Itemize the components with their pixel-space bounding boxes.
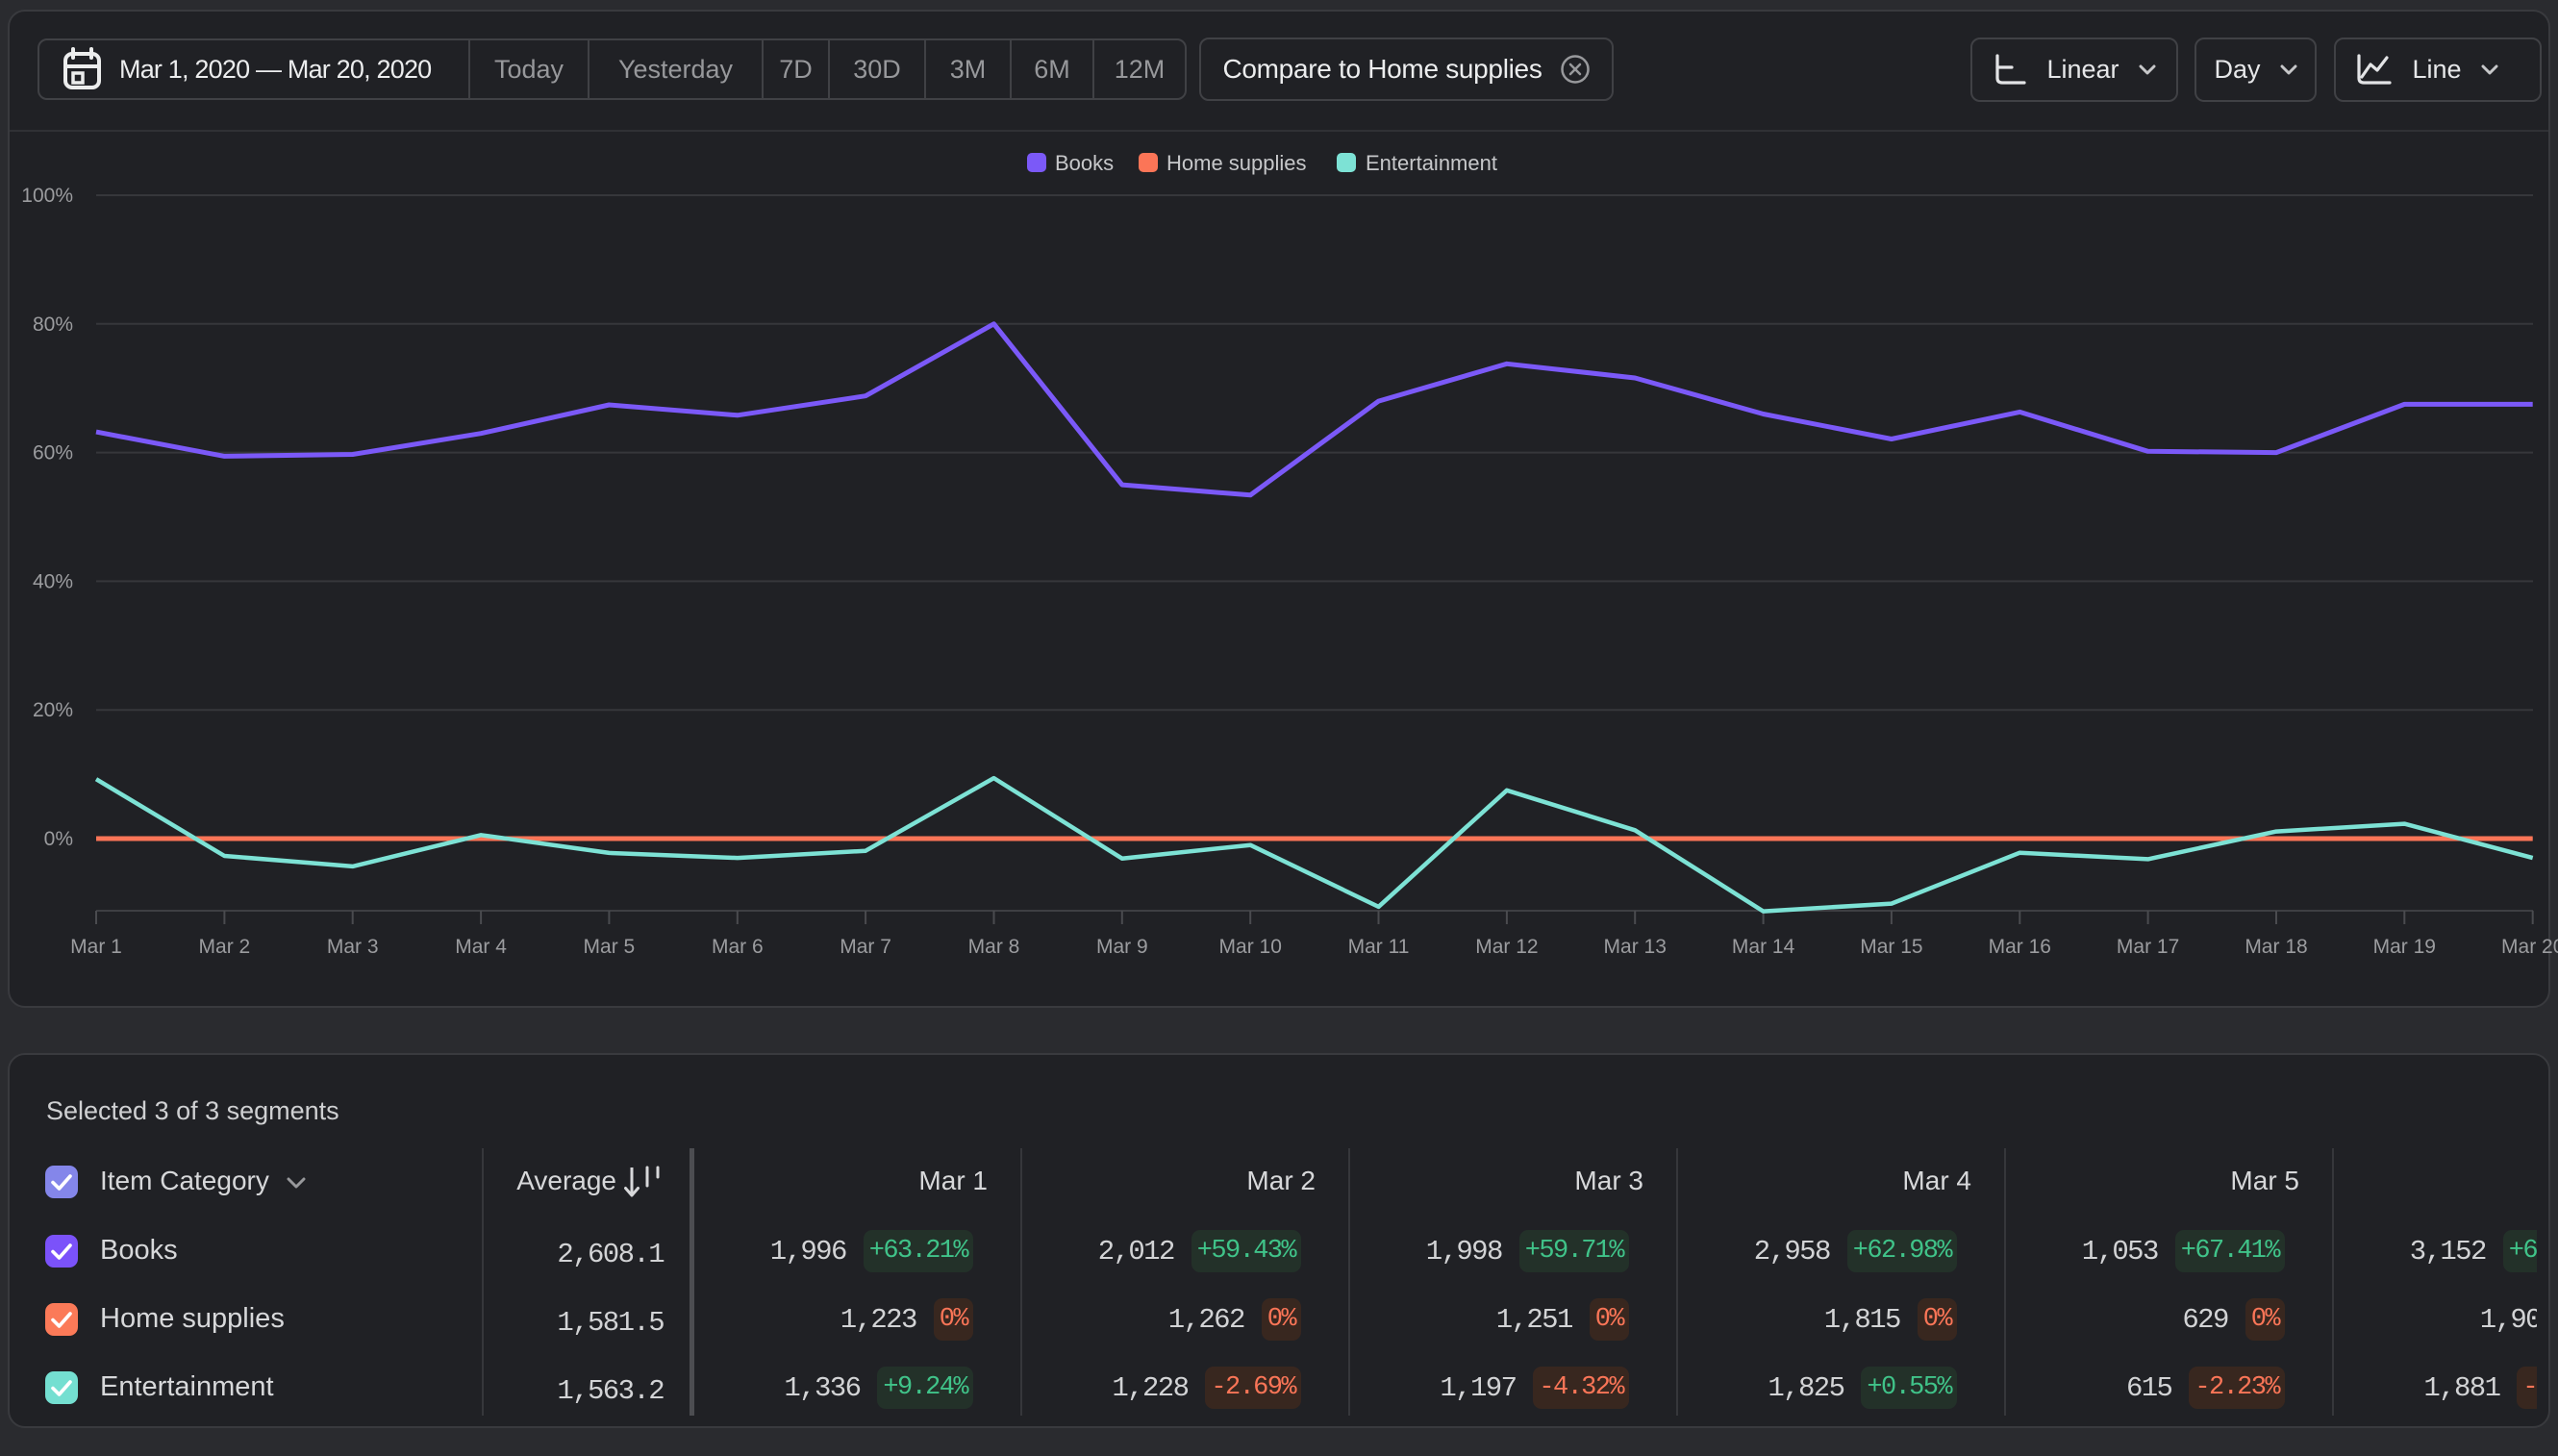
svg-text:Mar 18: Mar 18 <box>2245 936 2307 958</box>
svg-text:Mar 7: Mar 7 <box>840 936 891 958</box>
svg-text:Mar 6: Mar 6 <box>712 936 764 958</box>
svg-text:Mar 5: Mar 5 <box>584 936 636 958</box>
svg-text:Mar 10: Mar 10 <box>1219 936 1282 958</box>
svg-text:Mar 20: Mar 20 <box>2501 936 2558 958</box>
svg-text:100%: 100% <box>21 185 73 207</box>
svg-text:Mar 15: Mar 15 <box>1860 936 1922 958</box>
svg-text:Mar 17: Mar 17 <box>2117 936 2179 958</box>
svg-text:40%: 40% <box>33 570 73 592</box>
svg-text:Mar 9: Mar 9 <box>1096 936 1148 958</box>
svg-text:Mar 14: Mar 14 <box>1732 936 1795 958</box>
svg-text:Mar 12: Mar 12 <box>1475 936 1538 958</box>
svg-text:Mar 3: Mar 3 <box>327 936 379 958</box>
svg-text:Mar 19: Mar 19 <box>2373 936 2436 958</box>
svg-text:Mar 8: Mar 8 <box>968 936 1020 958</box>
svg-text:0%: 0% <box>44 828 73 850</box>
svg-text:80%: 80% <box>33 314 73 336</box>
svg-text:20%: 20% <box>33 699 73 721</box>
svg-text:Mar 4: Mar 4 <box>455 936 507 958</box>
svg-text:Mar 2: Mar 2 <box>199 936 251 958</box>
svg-text:Mar 16: Mar 16 <box>1989 936 2051 958</box>
svg-text:Mar 11: Mar 11 <box>1348 936 1410 958</box>
svg-text:Mar 1: Mar 1 <box>70 936 122 958</box>
svg-text:Mar 13: Mar 13 <box>1604 936 1667 958</box>
svg-text:60%: 60% <box>33 442 73 464</box>
